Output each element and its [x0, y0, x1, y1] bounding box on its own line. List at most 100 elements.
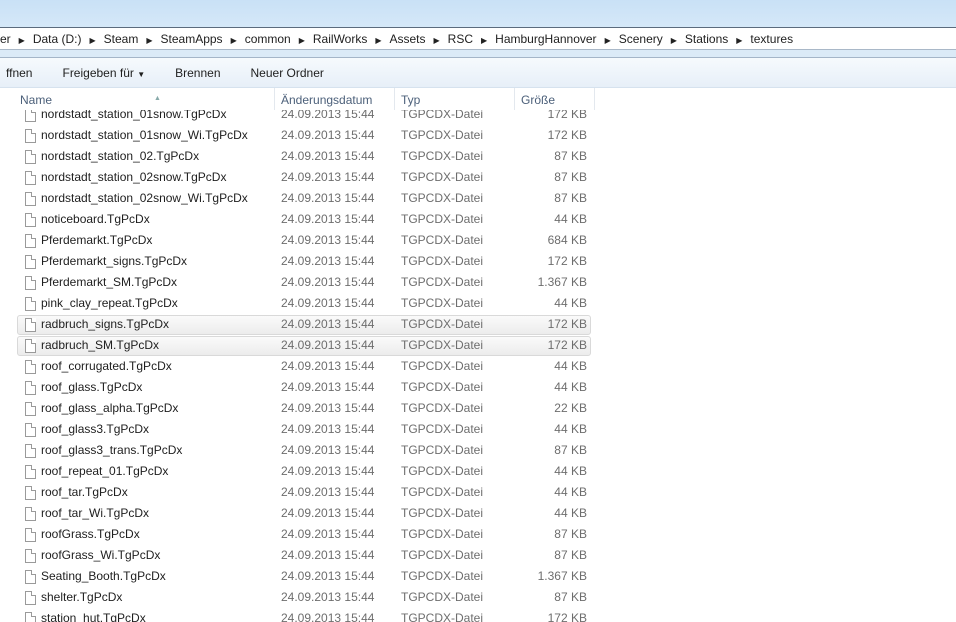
file-size: 87 KB	[554, 548, 587, 562]
breadcrumb-item[interactable]: RailWorks	[309, 32, 371, 46]
file-type: TGPCDX-Datei	[401, 506, 484, 520]
file-row[interactable]: nordstadt_station_02snow.TgPcDx 24.09.201…	[0, 167, 956, 188]
column-size[interactable]: Größe	[515, 88, 595, 110]
file-icon	[25, 549, 36, 563]
file-row[interactable]: station_hut.TgPcDx 24.09.2013 15:44 TGPCDX…	[0, 608, 956, 622]
file-date: 24.09.2013 15:44	[281, 401, 375, 415]
file-date: 24.09.2013 15:44	[281, 464, 375, 478]
column-name[interactable]: Name ▲	[14, 88, 275, 110]
breadcrumb-separator-icon[interactable]: ▶	[295, 36, 309, 45]
new-folder-button[interactable]: Neuer Ordner	[236, 66, 339, 80]
file-type: TGPCDX-Datei	[401, 422, 484, 436]
file-row[interactable]: shelter.TgPcDx 24.09.2013 15:44 TGPCDX-Dat…	[0, 587, 956, 608]
file-size: 44 KB	[554, 485, 587, 499]
file-size: 1.367 KB	[537, 569, 587, 583]
file-row[interactable]: roof_corrugated.TgPcDx 24.09.2013 15:44 TG…	[0, 356, 956, 377]
breadcrumb-separator-icon[interactable]: ▶	[15, 36, 29, 45]
file-row[interactable]: nordstadt_station_02snow_Wi.TgPcDx 24.09.…	[0, 188, 956, 209]
file-row[interactable]: roof_tar.TgPcDx 24.09.2013 15:44 TGPCDX-Da…	[0, 482, 956, 503]
file-name: radbruch_signs.TgPcDx	[41, 317, 170, 331]
breadcrumb-item[interactable]: textures	[746, 32, 797, 46]
file-name: roof_corrugated.TgPcDx	[41, 359, 172, 373]
file-size: 22 KB	[554, 401, 587, 415]
file-type: TGPCDX-Datei	[401, 110, 484, 121]
file-row[interactable]: Pferdemarkt_signs.TgPcDx 24.09.2013 15:44…	[0, 251, 956, 272]
open-button[interactable]: ffnen	[0, 66, 47, 80]
file-row[interactable]: nordstadt_station_01snow.TgPcDx 24.09.201…	[0, 110, 956, 125]
file-size: 172 KB	[547, 128, 587, 142]
file-size: 44 KB	[554, 422, 587, 436]
file-size: 87 KB	[554, 191, 587, 205]
file-row[interactable]: roof_glass_alpha.TgPcDx 24.09.2013 15:44 T…	[0, 398, 956, 419]
address-bar[interactable]: er ▶ Data (D:) ▶ Steam ▶ SteamApps ▶ common ▶ Rail…	[0, 27, 956, 50]
file-row[interactable]: roof_glass.TgPcDx 24.09.2013 15:44 TGPCDX-…	[0, 377, 956, 398]
file-row[interactable]: radbruch_SM.TgPcDx 24.09.2013 15:44 TGPCDX…	[0, 335, 956, 356]
file-row[interactable]: nordstadt_station_02.TgPcDx 24.09.2013 15…	[0, 146, 956, 167]
file-icon	[25, 402, 36, 416]
breadcrumb-item[interactable]: HamburgHannover	[491, 32, 600, 46]
file-row[interactable]: roof_glass3.TgPcDx 24.09.2013 15:44 TGPCDX…	[0, 419, 956, 440]
file-type: TGPCDX-Datei	[401, 380, 484, 394]
file-size: 172 KB	[547, 611, 587, 622]
file-row[interactable]: nordstadt_station_01snow_Wi.TgPcDx 24.09.…	[0, 125, 956, 146]
breadcrumb-item[interactable]: SteamApps	[157, 32, 227, 46]
file-row[interactable]: roofGrass_Wi.TgPcDx 24.09.2013 15:44 TGPCD…	[0, 545, 956, 566]
file-date: 24.09.2013 15:44	[281, 317, 375, 331]
file-date: 24.09.2013 15:44	[281, 443, 375, 457]
file-icon	[25, 423, 36, 437]
breadcrumb-separator-icon[interactable]: ▶	[477, 36, 491, 45]
file-date: 24.09.2013 15:44	[281, 506, 375, 520]
breadcrumb-separator-icon[interactable]: ▶	[371, 36, 385, 45]
file-type: TGPCDX-Datei	[401, 611, 484, 622]
file-name: roof_glass.TgPcDx	[41, 380, 143, 394]
breadcrumb-separator-icon[interactable]: ▶	[227, 36, 241, 45]
breadcrumb-separator-icon[interactable]: ▶	[667, 36, 681, 45]
file-icon	[25, 192, 36, 206]
file-row[interactable]: noticeboard.TgPcDx 24.09.2013 15:44 TGPCDX…	[0, 209, 956, 230]
file-row[interactable]: radbruch_signs.TgPcDx 24.09.2013 15:44 TGP…	[0, 314, 956, 335]
column-name-label: Name	[20, 93, 53, 107]
file-icon	[25, 591, 36, 605]
file-date: 24.09.2013 15:44	[281, 485, 375, 499]
breadcrumb-item[interactable]: Assets	[386, 32, 430, 46]
file-date: 24.09.2013 15:44	[281, 611, 375, 622]
file-size: 44 KB	[554, 296, 587, 310]
file-row[interactable]: roof_tar_Wi.TgPcDx 24.09.2013 15:44 TGPCDX…	[0, 503, 956, 524]
breadcrumb-item[interactable]: RSC	[444, 32, 477, 46]
file-icon	[25, 612, 36, 622]
file-icon	[25, 360, 36, 374]
burn-button[interactable]: Brennen	[160, 66, 235, 80]
breadcrumb-item[interactable]: Scenery	[615, 32, 667, 46]
file-date: 24.09.2013 15:44	[281, 191, 375, 205]
column-type[interactable]: Typ	[395, 88, 515, 110]
file-row[interactable]: Pferdemarkt_SM.TgPcDx 24.09.2013 15:44 TGP…	[0, 272, 956, 293]
share-button[interactable]: Freigeben für ▼	[47, 66, 160, 80]
breadcrumb-separator-icon[interactable]: ▶	[430, 36, 444, 45]
breadcrumb-separator-icon[interactable]: ▶	[601, 36, 615, 45]
breadcrumb-separator-icon[interactable]: ▶	[86, 36, 100, 45]
file-name: nordstadt_station_01snow_Wi.TgPcDx	[41, 128, 248, 142]
title-bar	[0, 0, 956, 27]
breadcrumb-separator-icon[interactable]: ▶	[142, 36, 156, 45]
file-row[interactable]: pink_clay_repeat.TgPcDx 24.09.2013 15:44 T…	[0, 293, 956, 314]
breadcrumb-item[interactable]: Data (D:)	[29, 32, 86, 46]
file-icon	[25, 110, 36, 122]
share-label: Freigeben für	[62, 65, 134, 80]
file-type: TGPCDX-Datei	[401, 527, 484, 541]
file-row[interactable]: roofGrass.TgPcDx 24.09.2013 15:44 TGPCDX-D…	[0, 524, 956, 545]
breadcrumb-separator-icon[interactable]: ▶	[732, 36, 746, 45]
file-type: TGPCDX-Datei	[401, 338, 484, 352]
file-row[interactable]: roof_glass3_trans.TgPcDx 24.09.2013 15:44…	[0, 440, 956, 461]
file-icon	[25, 276, 36, 290]
file-date: 24.09.2013 15:44	[281, 212, 375, 226]
column-date[interactable]: Änderungsdatum	[275, 88, 395, 110]
file-row[interactable]: roof_repeat_01.TgPcDx 24.09.2013 15:44 TGP…	[0, 461, 956, 482]
breadcrumb-item[interactable]: er	[0, 32, 15, 46]
breadcrumb-item[interactable]: common	[241, 32, 295, 46]
file-row[interactable]: Seating_Booth.TgPcDx 24.09.2013 15:44 TGPC…	[0, 566, 956, 587]
breadcrumb-item[interactable]: Steam	[100, 32, 143, 46]
breadcrumb-item[interactable]: Stations	[681, 32, 732, 46]
file-type: TGPCDX-Datei	[401, 443, 484, 457]
file-icon	[25, 381, 36, 395]
file-row[interactable]: Pferdemarkt.TgPcDx 24.09.2013 15:44 TGPCDX…	[0, 230, 956, 251]
